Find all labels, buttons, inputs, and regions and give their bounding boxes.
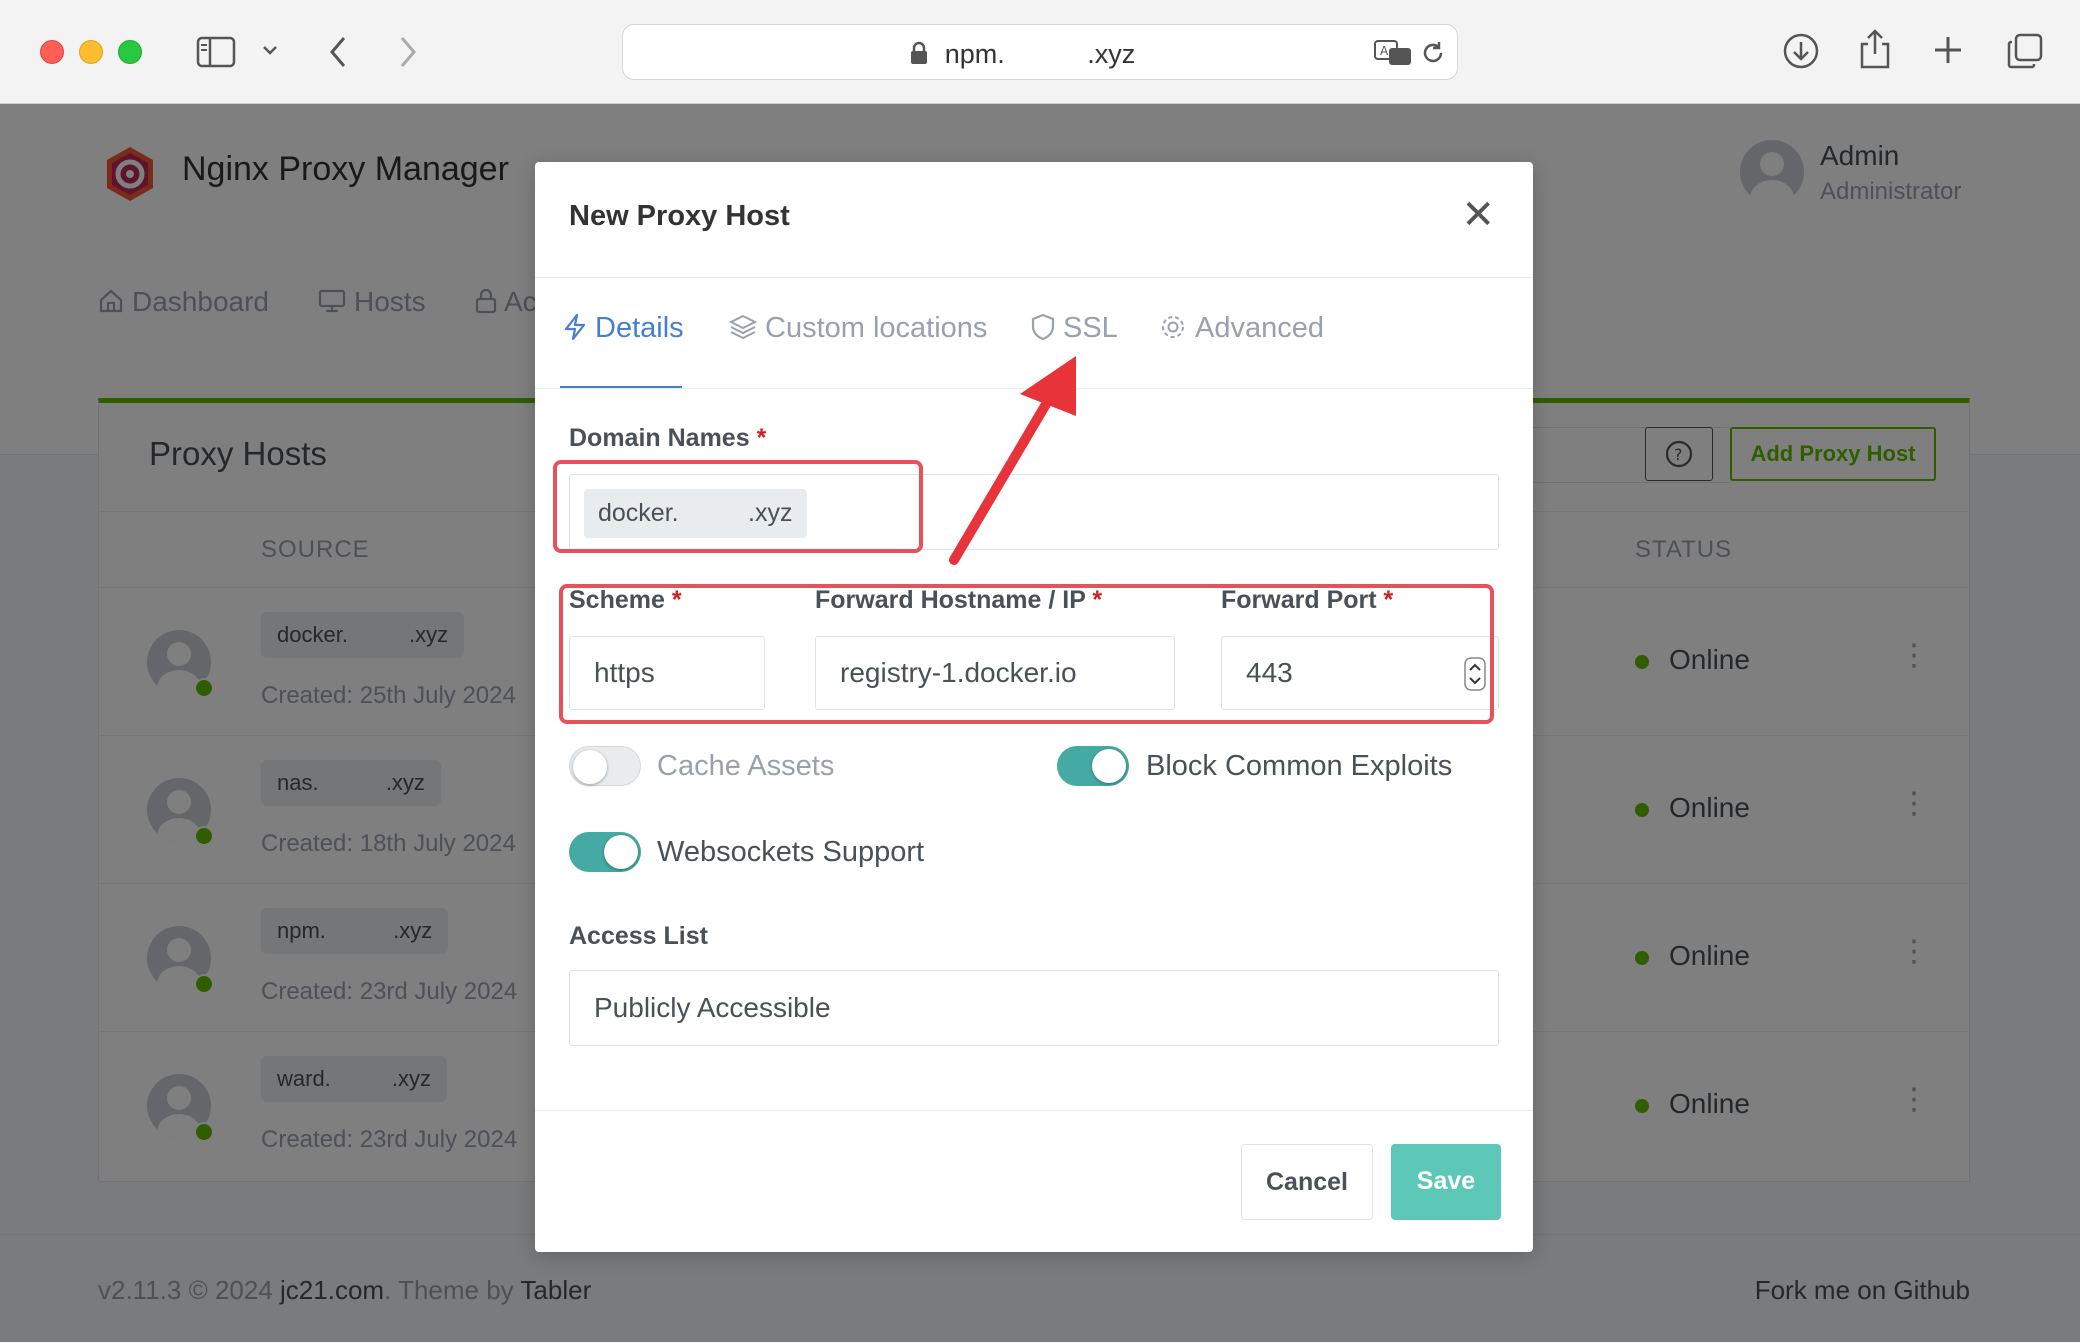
toggle-knob [604,835,638,869]
tab-advanced[interactable]: Advanced [1159,312,1324,345]
toggle-knob [1092,749,1126,783]
back-icon[interactable] [326,34,350,70]
share-icon[interactable] [1858,28,1892,70]
access-list-label: Access List [569,922,708,950]
browser-toolbar: npm. .xyz A [0,0,2080,104]
forward-icon[interactable] [396,34,420,70]
websockets-toggle[interactable] [569,832,641,872]
toggle-knob [573,750,607,784]
chevron-down-icon[interactable] [262,44,278,56]
block-exploits-toggle[interactable] [1057,746,1129,786]
annotation-arrow-icon [949,356,1076,565]
access-list-value: Publicly Accessible [594,992,831,1023]
tab-details[interactable]: Details [563,312,684,345]
access-list-select[interactable]: Publicly Accessible [569,970,1499,1046]
tab-overview-icon[interactable] [2006,32,2044,70]
layers-icon [728,314,758,340]
cache-assets-label[interactable]: Cache Assets [657,750,834,783]
cache-assets-toggle[interactable] [569,746,641,786]
translate-icon[interactable]: A [1373,39,1413,67]
cancel-button[interactable]: Cancel [1241,1144,1373,1220]
required-marker: * [756,424,767,452]
tab-ssl[interactable]: SSL [1031,312,1118,345]
sidebar-icon[interactable] [196,36,236,68]
url-text: npm. .xyz [944,39,1136,69]
label-text: Domain Names [569,424,750,452]
close-icon[interactable]: ✕ [1461,192,1495,238]
tab-label: SSL [1063,312,1118,344]
download-icon[interactable] [1782,32,1820,70]
annotation-box-domain [553,460,923,553]
tab-label: Details [595,312,684,344]
new-tab-icon[interactable] [1932,34,1964,66]
tab-label: Custom locations [765,312,988,344]
gear-icon [1162,316,1184,338]
reload-icon[interactable] [1419,39,1447,67]
lightning-icon [564,313,586,341]
modal-title: New Proxy Host [569,200,790,232]
save-button[interactable]: Save [1391,1144,1501,1220]
domain-names-label: Domain Names * [569,424,766,453]
websockets-label[interactable]: Websockets Support [657,836,924,869]
modal-header-divider [535,277,1533,278]
close-window-button[interactable] [40,40,64,64]
minimize-window-button[interactable] [79,40,103,64]
annotation-box-forward [559,584,1494,724]
block-exploits-label[interactable]: Block Common Exploits [1146,750,1452,783]
tab-label: Advanced [1195,312,1324,344]
shield-icon [1031,313,1055,341]
address-bar[interactable]: npm. .xyz A [622,24,1458,80]
modal-footer-divider [535,1110,1533,1111]
zoom-window-button[interactable] [118,40,142,64]
svg-text:A: A [1380,44,1389,58]
tab-custom-locations[interactable]: Custom locations [728,312,988,345]
